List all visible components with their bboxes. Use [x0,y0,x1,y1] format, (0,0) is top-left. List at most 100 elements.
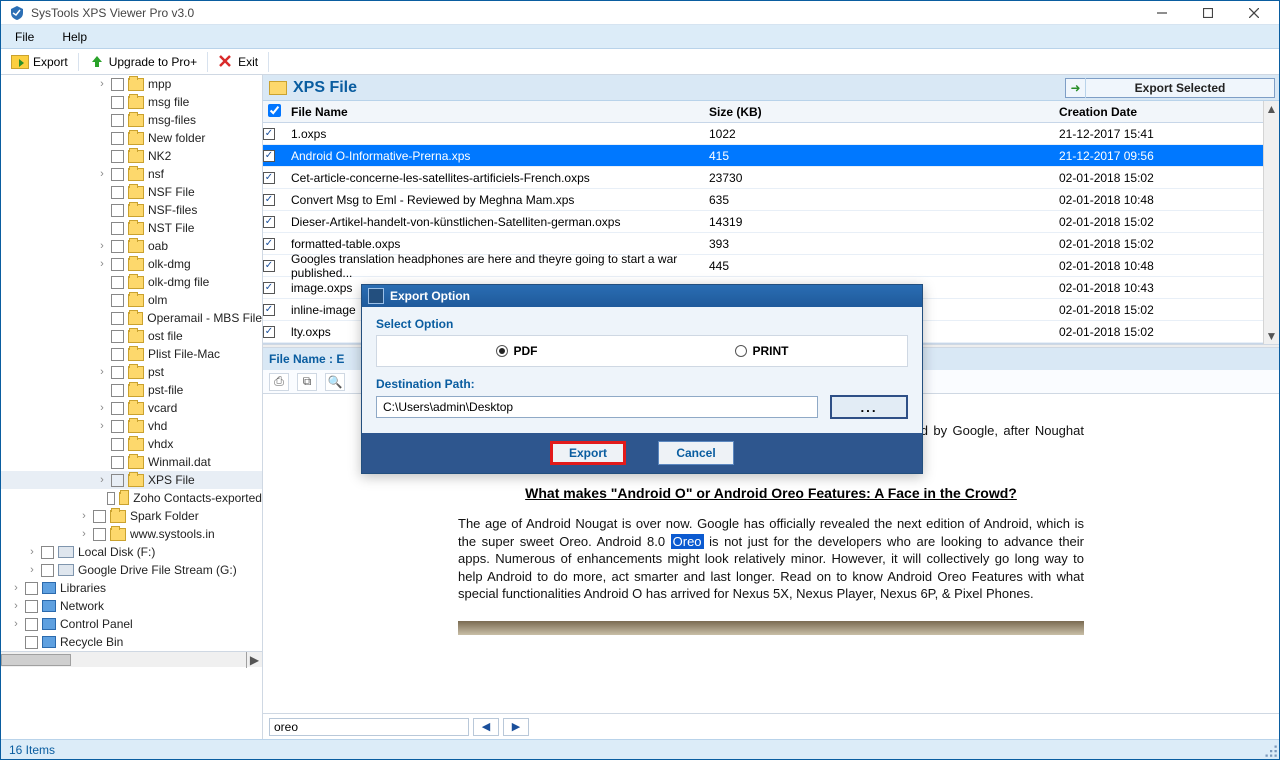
tree-item[interactable]: ›Spark Folder [1,507,262,525]
checkbox[interactable] [111,96,124,109]
table-row[interactable]: ✓Convert Msg to Eml - Reviewed by Meghna… [263,189,1279,211]
row-checkbox[interactable]: ✓ [263,150,275,162]
checkbox[interactable] [111,330,124,343]
checkbox[interactable] [111,276,124,289]
tree-item[interactable]: ost file [1,327,262,345]
tree-item[interactable]: olk-dmg file [1,273,262,291]
checkbox[interactable] [111,168,124,181]
tree-item[interactable]: Plist File-Mac [1,345,262,363]
window-minimize-button[interactable] [1139,1,1185,25]
scroll-down-icon[interactable]: ▼ [1264,328,1279,344]
tree-item[interactable]: ›vcard [1,399,262,417]
checkbox[interactable] [107,492,115,505]
tree-item[interactable]: vhdx [1,435,262,453]
col-date[interactable]: Creation Date [1053,105,1263,119]
checkbox[interactable] [111,474,124,487]
checkbox[interactable] [25,636,38,649]
checkbox[interactable] [93,510,106,523]
window-maximize-button[interactable] [1185,1,1231,25]
folder-tree[interactable]: ›mppmsg filemsg-filesNew folderNK2›nsfNS… [1,75,263,739]
checkbox[interactable] [111,114,124,127]
search-input[interactable] [269,718,469,736]
tree-item[interactable]: msg-files [1,111,262,129]
radio-pdf[interactable]: PDF [496,344,538,358]
search-prev-icon[interactable]: ◀ [473,718,499,736]
checkbox[interactable] [111,240,124,253]
row-checkbox[interactable]: ✓ [263,194,275,206]
checkbox[interactable] [41,546,54,559]
tree-item[interactable]: ›www.systools.in [1,525,262,543]
table-row[interactable]: ✓Googles translation headphones are here… [263,255,1279,277]
checkbox[interactable] [25,618,38,631]
table-row[interactable]: ✓Dieser-Artikel-handelt-von-künstlichen-… [263,211,1279,233]
export-button[interactable]: Export [1,53,79,71]
tree-item[interactable]: NSF File [1,183,262,201]
tree-hscroll[interactable]: ▶ [1,651,262,667]
row-checkbox[interactable]: ✓ [263,326,275,338]
row-checkbox[interactable]: ✓ [263,172,275,184]
search-icon[interactable]: 🔍 [325,373,345,391]
tree-item[interactable]: ›nsf [1,165,262,183]
row-checkbox[interactable]: ✓ [263,216,275,228]
search-next-icon[interactable]: ▶ [503,718,529,736]
tree-item[interactable]: Winmail.dat [1,453,262,471]
copy-icon[interactable]: ⧉ [297,373,317,391]
tree-item[interactable]: ›Google Drive File Stream (G:) [1,561,262,579]
checkbox[interactable] [111,258,124,271]
dialog-cancel-button[interactable]: Cancel [658,441,734,465]
tree-item[interactable]: Zoho Contacts-exported [1,489,262,507]
checkbox[interactable] [111,150,124,163]
checkbox[interactable] [111,312,124,325]
checkbox[interactable] [41,564,54,577]
tree-item[interactable]: pst-file [1,381,262,399]
table-row[interactable]: ✓1.oxps102221-12-2017 15:41 [263,123,1279,145]
destination-input[interactable] [376,396,818,418]
checkbox[interactable] [111,186,124,199]
tree-item[interactable]: msg file [1,93,262,111]
dialog-titlebar[interactable]: Export Option [362,285,922,307]
tree-item[interactable]: ›Local Disk (F:) [1,543,262,561]
checkbox[interactable] [111,132,124,145]
checkbox[interactable] [111,222,124,235]
col-name[interactable]: File Name [285,105,703,119]
table-row[interactable]: ✓Cet-article-concerne-les-satellites-art… [263,167,1279,189]
tree-item[interactable]: olm [1,291,262,309]
menu-help[interactable]: Help [48,26,101,48]
table-vscroll[interactable]: ▲ ▼ [1263,101,1279,344]
checkbox[interactable] [111,78,124,91]
checkbox[interactable] [111,456,124,469]
upgrade-button[interactable]: Upgrade to Pro+ [79,52,208,72]
checkbox[interactable] [111,438,124,451]
browse-button[interactable]: ... [830,395,908,419]
row-checkbox[interactable]: ✓ [263,282,275,294]
checkbox[interactable] [111,348,124,361]
tree-item[interactable]: Recycle Bin [1,633,262,651]
tree-item[interactable]: Operamail - MBS File [1,309,262,327]
check-all[interactable] [268,104,281,117]
tree-item[interactable]: NSF-files [1,201,262,219]
tree-item[interactable]: New folder [1,129,262,147]
tree-item[interactable]: ›vhd [1,417,262,435]
tree-item[interactable]: ›XPS File [1,471,262,489]
menu-file[interactable]: File [1,26,48,48]
scrollbar-thumb[interactable] [1,654,71,666]
scrollbar-right-icon[interactable]: ▶ [246,652,262,668]
checkbox[interactable] [111,204,124,217]
checkbox[interactable] [111,384,124,397]
row-checkbox[interactable]: ✓ [263,128,275,140]
export-selected-button[interactable]: ➜ Export Selected [1065,78,1275,98]
checkbox[interactable] [111,366,124,379]
row-checkbox[interactable]: ✓ [263,238,275,250]
tree-item[interactable]: ›Libraries [1,579,262,597]
dialog-export-button[interactable]: Export [550,441,626,465]
tree-item[interactable]: ›Control Panel [1,615,262,633]
tree-item[interactable]: ›olk-dmg [1,255,262,273]
checkbox[interactable] [25,600,38,613]
tree-item[interactable]: NK2 [1,147,262,165]
table-row[interactable]: ✓Android O-Informative-Prerna.xps41521-1… [263,145,1279,167]
tree-item[interactable]: ›mpp [1,75,262,93]
scroll-up-icon[interactable]: ▲ [1264,101,1279,117]
exit-button[interactable]: Exit [208,52,269,72]
checkbox[interactable] [93,528,106,541]
checkbox[interactable] [111,294,124,307]
